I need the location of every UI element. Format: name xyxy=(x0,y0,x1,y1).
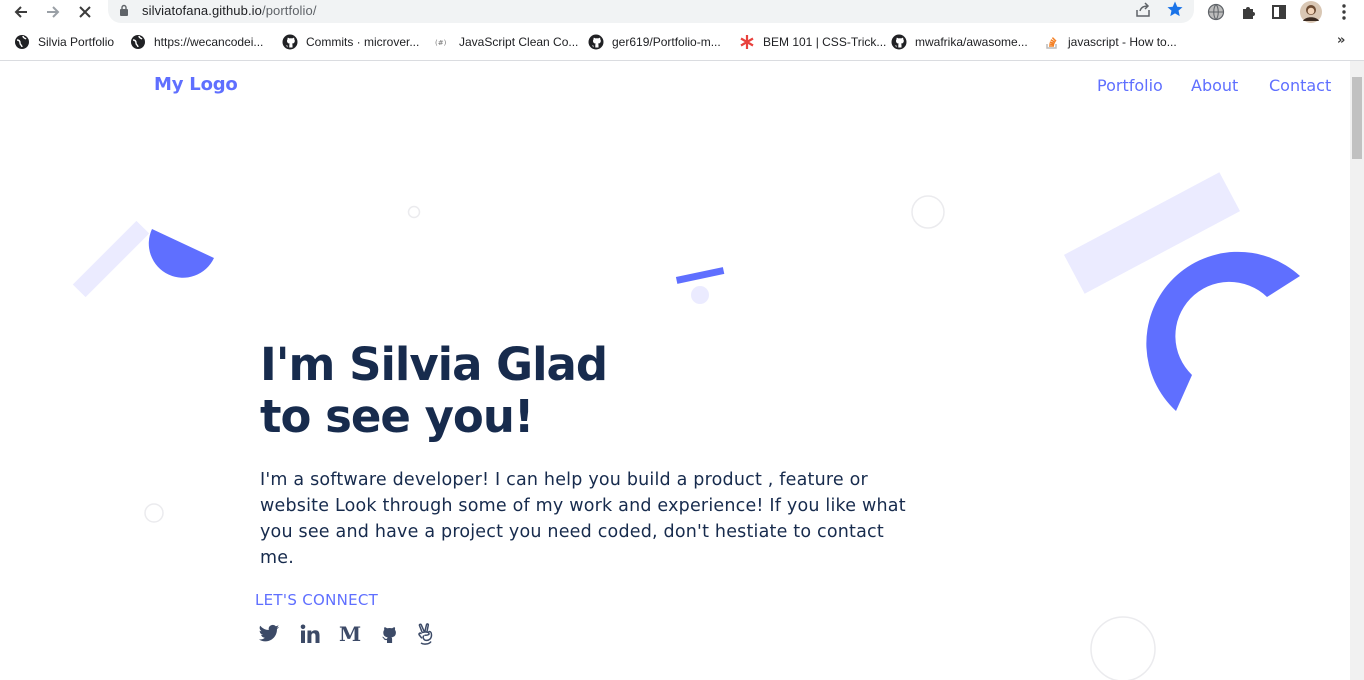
github-icon xyxy=(282,34,298,50)
page-viewport: My Logo Portfolio About Contact I'm Silv… xyxy=(0,61,1350,680)
globe-icon xyxy=(130,34,146,50)
bookmark-item[interactable]: javascript - How to... xyxy=(1044,33,1177,51)
address-bar[interactable]: silviatofana.github.io/portfolio/ xyxy=(108,0,1194,23)
scrollbar-thumb[interactable] xyxy=(1352,77,1362,159)
github-icon xyxy=(588,34,604,50)
url-text: silviatofana.github.io/portfolio/ xyxy=(142,3,317,18)
close-icon xyxy=(79,6,91,18)
github-link[interactable] xyxy=(379,623,401,645)
decor-bar xyxy=(675,267,725,284)
connect-label: LET'S CONNECT xyxy=(255,591,379,609)
github-icon xyxy=(891,34,907,50)
puzzle-icon xyxy=(1243,7,1255,19)
bookmark-item[interactable]: https://wecancodei... xyxy=(130,33,263,51)
url-path: /portfolio/ xyxy=(262,3,317,18)
angellist-icon xyxy=(418,623,433,645)
bookmark-star-icon[interactable] xyxy=(1166,0,1184,18)
lock-icon xyxy=(120,4,128,16)
side-panel-button[interactable] xyxy=(1268,1,1290,23)
bookmark-item[interactable]: mwafrika/awasome... xyxy=(891,33,1028,51)
background-decorations xyxy=(72,172,1300,680)
bookmarks-bar: Silvia Portfolio https://wecancodei... C… xyxy=(0,30,1364,54)
twitter-link[interactable] xyxy=(258,623,280,645)
bookmark-label: Silvia Portfolio xyxy=(38,35,115,49)
decor-circle xyxy=(1090,616,1156,680)
extension-globe-icon xyxy=(1207,3,1225,21)
bookmark-label: https://wecancodei... xyxy=(154,35,264,49)
page-scrollbar[interactable] xyxy=(1350,61,1364,680)
extension-button[interactable] xyxy=(1205,1,1227,23)
decor-half-circle xyxy=(148,229,214,278)
arrow-left-icon xyxy=(14,6,27,18)
medium-icon: M xyxy=(339,624,361,644)
bookmark-item[interactable]: BEM 101 | CSS-Trick... xyxy=(739,33,886,51)
url-host: silviatofana.github.io xyxy=(142,3,262,18)
nav-link-contact[interactable]: Contact xyxy=(1269,76,1331,95)
side-panel-icon xyxy=(1272,5,1286,19)
github-icon xyxy=(382,627,396,643)
bookmark-item[interactable]: Commits · microver... xyxy=(282,33,419,51)
bookmark-item[interactable]: (#) JavaScript Clean Co... xyxy=(435,33,578,51)
globe-icon xyxy=(14,34,30,50)
bookmark-label: ger619/Portfolio-m... xyxy=(612,35,721,49)
stop-button[interactable] xyxy=(74,1,96,23)
nav-link-about[interactable]: About xyxy=(1191,76,1238,95)
nav-link-portfolio[interactable]: Portfolio xyxy=(1097,76,1163,95)
twitter-icon xyxy=(258,624,280,642)
svg-text:M: M xyxy=(339,624,361,644)
linkedin-icon xyxy=(300,624,320,643)
avatar-icon xyxy=(1300,1,1322,23)
site-logo[interactable]: My Logo xyxy=(154,74,238,95)
site-icon: (#) xyxy=(435,34,451,50)
decor-circle xyxy=(144,503,164,523)
bookmark-label: JavaScript Clean Co... xyxy=(459,35,579,49)
stackoverflow-icon xyxy=(1044,34,1060,50)
medium-link[interactable]: M xyxy=(339,623,361,645)
bookmark-label: mwafrika/awasome... xyxy=(915,35,1028,49)
decor-dot xyxy=(691,286,709,304)
profile-avatar[interactable] xyxy=(1300,1,1322,23)
bookmark-item[interactable]: ger619/Portfolio-m... xyxy=(588,33,721,51)
decor-circle xyxy=(911,195,945,229)
hero-title-line: to see you! xyxy=(260,390,534,443)
hero-title-line: I'm Silvia Glad xyxy=(260,338,608,391)
asterisk-icon xyxy=(739,34,755,50)
bookmarks-overflow-button[interactable]: » xyxy=(1337,33,1345,48)
decor-circle xyxy=(407,205,421,219)
decor-bar xyxy=(72,220,150,298)
bookmark-label: Commits · microver... xyxy=(306,35,420,49)
back-button[interactable] xyxy=(10,1,32,23)
linkedin-link[interactable] xyxy=(299,623,321,645)
hero-description: I'm a software developer! I can help you… xyxy=(260,470,906,568)
angellist-link[interactable] xyxy=(415,623,437,645)
bookmark-label: javascript - How to... xyxy=(1068,35,1177,49)
menu-button[interactable] xyxy=(1333,1,1355,23)
decor-arc xyxy=(1146,251,1300,411)
arrow-right-icon xyxy=(47,6,60,18)
bookmark-label: BEM 101 | CSS-Trick... xyxy=(763,35,887,49)
forward-button[interactable] xyxy=(42,1,64,23)
browser-toolbar: silviatofana.github.io/portfolio/ xyxy=(0,0,1364,24)
kebab-menu-icon xyxy=(1342,4,1346,20)
bookmark-item[interactable]: Silvia Portfolio xyxy=(14,33,114,51)
svg-text:(#): (#) xyxy=(435,39,447,47)
share-icon[interactable] xyxy=(1134,1,1152,19)
extensions-button[interactable] xyxy=(1237,1,1259,23)
hero-title: I'm Silvia Glad to see you! xyxy=(260,338,608,443)
